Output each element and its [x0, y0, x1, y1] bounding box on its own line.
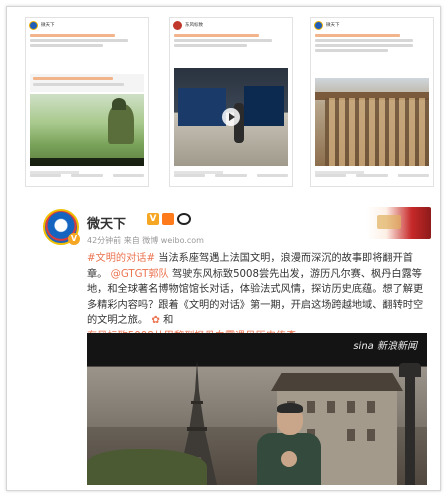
watermark-prefix: sina	[353, 341, 374, 352]
post-text-segment: 和	[159, 315, 174, 327]
card-text-line	[174, 34, 260, 37]
weitianxia-logo-icon[interactable]: V	[43, 209, 80, 245]
watermark-text: 新浪新闻	[377, 341, 417, 352]
repost-button[interactable]	[315, 174, 347, 177]
window	[347, 429, 355, 441]
play-icon[interactable]	[222, 108, 240, 126]
card-repost-block[interactable]	[30, 74, 144, 92]
decoration-ornament	[377, 215, 401, 229]
like-button[interactable]	[397, 174, 429, 177]
topic-link[interactable]: #文明的对话#	[87, 253, 155, 264]
card-text-line	[315, 39, 413, 42]
card-text-line	[30, 44, 104, 47]
repost-button[interactable]	[30, 174, 62, 177]
card-username[interactable]: 东风标致	[185, 22, 203, 28]
post-content: #文明的对话# 当法系座驾遇上法国文明，浪漫而深沉的故事即将翻开首章。 @GTG…	[87, 251, 429, 345]
card-username[interactable]: 微天下	[326, 22, 340, 28]
card-header: 东风标致	[170, 18, 292, 32]
video-player[interactable]: sina 新浪新闻	[87, 333, 427, 485]
card-text-line	[30, 34, 116, 37]
window	[367, 401, 375, 413]
gift-icon[interactable]: ✿	[151, 315, 160, 326]
card-text-line	[30, 39, 128, 42]
card-actions	[174, 174, 288, 180]
presenter	[257, 403, 321, 485]
presenter-hair	[277, 403, 303, 413]
sina-news-watermark: sina 新浪新闻	[353, 337, 417, 352]
video-control-bar[interactable]	[30, 158, 144, 166]
weibo-post: V 微天下 V 42分钟前 来自 微博 weibo.com #文明的对话# 当法…	[25, 203, 435, 488]
screenshot-frame: 微天下 东风标致 微天下 V 微天下 V 42分钟前 来自 微博 weibo.c…	[6, 6, 441, 491]
card-text-line	[174, 44, 248, 47]
card-video-thumbnail[interactable]	[174, 68, 288, 166]
like-button[interactable]	[112, 174, 144, 177]
card-actions	[30, 174, 144, 180]
storefront	[244, 86, 284, 126]
avatar[interactable]	[314, 20, 323, 30]
avatar[interactable]	[29, 20, 38, 30]
post-meta: 42分钟前 来自 微博 weibo.com	[87, 236, 204, 245]
panda-badge-icon	[177, 213, 191, 225]
card-username[interactable]: 微天下	[41, 22, 55, 28]
comment-button[interactable]	[71, 174, 103, 177]
card-header: 微天下	[311, 18, 433, 32]
card-text-line	[315, 34, 401, 37]
window	[367, 429, 375, 441]
mention-link[interactable]: @GTGT郭队	[111, 269, 169, 280]
card-text-line	[315, 44, 413, 47]
card-video-thumbnail[interactable]	[30, 94, 144, 166]
weibo-card-2[interactable]: 东风标致	[169, 17, 293, 187]
card-text-line	[33, 83, 125, 86]
user-badges: V	[147, 213, 191, 225]
presenter-hand	[281, 451, 297, 467]
window	[347, 401, 355, 413]
fire-badge-icon	[162, 213, 174, 225]
card-text-line	[315, 49, 389, 52]
card-decoration	[367, 207, 431, 239]
weibo-card-1[interactable]: 微天下	[25, 17, 149, 187]
post-username[interactable]: 微天下	[87, 213, 126, 232]
card-actions	[315, 174, 429, 180]
post-text: #文明的对话# 当法系座驾遇上法国文明，浪漫而深沉的故事即将翻开首章。 @GTG…	[87, 251, 429, 329]
storefront	[178, 88, 226, 126]
comment-button[interactable]	[215, 174, 247, 177]
building-roof	[271, 373, 403, 391]
card-header: 微天下	[26, 18, 148, 32]
verified-icon: V	[147, 213, 159, 225]
trees	[87, 449, 207, 485]
weibo-card-3[interactable]: 微天下	[310, 17, 434, 187]
repost-button[interactable]	[174, 174, 206, 177]
comment-button[interactable]	[356, 174, 388, 177]
building-columns	[325, 98, 429, 166]
card-text-line	[33, 77, 113, 80]
verified-badge-icon: V	[68, 233, 80, 245]
card-image[interactable]	[315, 78, 429, 166]
painting-dome	[112, 98, 126, 110]
window	[327, 401, 335, 413]
painting-tree	[108, 104, 134, 144]
avatar[interactable]	[173, 20, 182, 30]
like-button[interactable]	[256, 174, 288, 177]
card-text-line	[174, 39, 272, 42]
street-lamp	[399, 363, 421, 485]
